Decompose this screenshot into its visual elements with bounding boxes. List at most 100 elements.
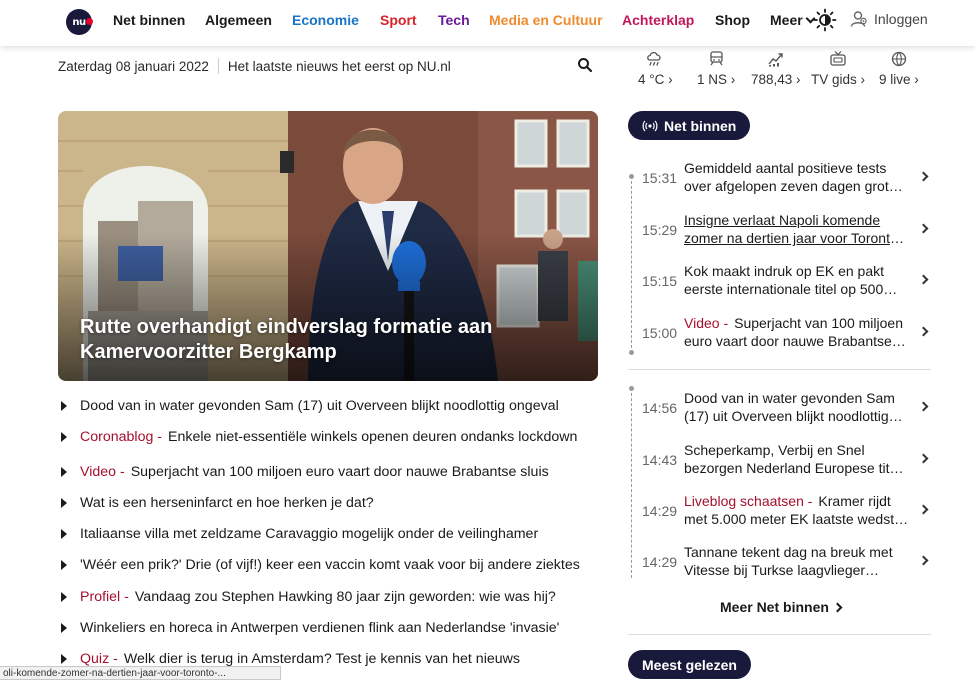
net-binnen-item[interactable]: 15:00 Video - Superjacht van 100 miljoen … — [634, 311, 934, 355]
item-text: Tannane tekent dag na breuk met Vitesse … — [684, 543, 910, 579]
net-binnen-item[interactable]: 14:43 Scheperkamp, Verbij en Snel bezorg… — [634, 438, 934, 482]
tv-gids-widget[interactable]: TV gids — [811, 46, 865, 87]
nav-net-binnen[interactable]: Net binnen — [113, 12, 185, 28]
meer-net-binnen-link[interactable]: Meer Net binnen — [720, 599, 841, 615]
headline-item[interactable]: Coronablog - Enkele niet-essentiële wink… — [58, 425, 598, 449]
headline-text: Welk dier is terug in Amsterdam? Test je… — [123, 651, 520, 667]
headline-item[interactable]: 'Wéér een prik?' Drie (of vijf!) keer ee… — [58, 553, 598, 577]
item-time: 14:43 — [642, 452, 678, 468]
broadcast-icon — [642, 120, 658, 131]
bullet-triangle-icon — [61, 654, 67, 664]
stock-chart-icon — [768, 53, 783, 67]
headline-text: Superjacht van 100 miljoen euro vaart do… — [130, 464, 549, 480]
timeline-line — [631, 176, 633, 353]
nav-economie[interactable]: Economie — [292, 12, 359, 28]
hero-title: Rutte overhandigt eindverslag formatie a… — [80, 316, 493, 363]
nav-algemeen[interactable]: Algemeen — [205, 12, 272, 28]
bullet-triangle-icon — [61, 467, 67, 477]
tv-icon — [830, 51, 846, 66]
headline-tag: Profiel - — [80, 589, 129, 605]
theme-toggle-icon[interactable] — [813, 8, 837, 32]
net-binnen-item[interactable]: 15:15 Kok maakt indruk op EK en pakt eer… — [634, 259, 934, 303]
chevron-right-icon — [918, 223, 929, 234]
tv-gids-value: TV gids — [811, 72, 865, 87]
item-line1: Dood van in water gevonden Sam — [684, 390, 895, 406]
net-binnen-heading[interactable]: Net binnen — [628, 111, 751, 140]
login-button[interactable]: Inloggen — [850, 10, 928, 28]
item-time: 15:29 — [642, 222, 678, 238]
meest-gelezen-heading[interactable]: Meest gelezen — [628, 650, 751, 679]
user-icon — [850, 11, 867, 27]
timeline-line — [631, 388, 633, 578]
ns-widget[interactable]: 1 NS — [697, 46, 735, 87]
logo-dot — [86, 18, 93, 25]
nu-logo[interactable]: nu — [66, 9, 93, 35]
headline-item[interactable]: Profiel - Vandaag zou Stephen Hawking 80… — [58, 585, 598, 609]
headline-item[interactable]: Dood van in water gevonden Sam (17) uit … — [58, 394, 598, 418]
bullet-triangle-icon — [61, 623, 67, 633]
headline-item[interactable]: Italiaanse villa met zeldzame Caravaggio… — [58, 522, 598, 546]
bullet-triangle-icon — [61, 432, 67, 442]
item-line2: bezorgen Nederland Europese titel… — [684, 460, 910, 476]
net-binnen-item[interactable]: 14:29 Liveblog schaatsen - Kramer rijdt m… — [634, 489, 934, 533]
bullet-triangle-icon — [61, 560, 67, 570]
widgets-bar: 4 °C 1 NS 788,43 TV gids 9 live — [626, 46, 936, 92]
net-binnen-item[interactable]: 14:56 Dood van in water gevonden Sam (17… — [634, 386, 934, 430]
nav-meer-label: Meer — [770, 12, 803, 28]
item-tag: Video - — [684, 315, 729, 331]
train-icon — [710, 51, 723, 66]
nav-meer[interactable]: Meer — [770, 12, 816, 28]
headline-tag: Video - — [80, 464, 125, 480]
weather-widget[interactable]: 4 °C — [638, 46, 673, 87]
chevron-right-icon — [918, 504, 929, 515]
headline-tag: Quiz - — [80, 651, 118, 667]
hero-article[interactable]: Rutte overhandigt eindverslag formatie a… — [58, 111, 598, 381]
browser-status-bar: oli-komende-zomer-na-dertien-jaar-voor-t… — [0, 666, 281, 680]
item-line2: euro vaart door nauwe Brabantse… — [684, 333, 906, 349]
current-date: Zaterdag 08 januari 2022 — [58, 58, 209, 74]
item-line2: (17) uit Overveen blijkt noodlottig… — [684, 408, 903, 424]
nav-sport[interactable]: Sport — [380, 12, 417, 28]
headline-text: Dood van in water gevonden Sam (17) uit … — [80, 398, 559, 414]
item-text: Kok maakt indruk op EK en pakt eerste in… — [684, 262, 910, 298]
chevron-right-icon — [918, 326, 929, 337]
item-time: 14:29 — [642, 503, 678, 519]
item-time: 15:00 — [642, 325, 678, 341]
item-line2: over afgelopen zeven dagen groter… — [684, 178, 910, 194]
headline-item[interactable]: Video - Superjacht van 100 miljoen euro … — [58, 460, 598, 484]
item-line1: Kramer rijdt — [818, 493, 891, 509]
headline-item[interactable]: Winkeliers en horeca in Antwerpen verdie… — [58, 616, 598, 640]
item-line2: zomer na dertien jaar voor Toronto… — [684, 230, 910, 246]
section-divider — [628, 634, 931, 635]
live-widget[interactable]: 9 live — [879, 46, 919, 87]
item-text: Video - Superjacht van 100 miljoen euro v… — [684, 314, 910, 350]
date-separator — [217, 58, 219, 74]
item-line1: Gemiddeld aantal positieve tests — [684, 160, 887, 176]
aex-widget[interactable]: 788,43 — [751, 46, 801, 87]
headline-item[interactable]: Wat is een herseninfarct en hoe herken j… — [58, 491, 598, 515]
chevron-right-icon — [918, 555, 929, 566]
nav-tech[interactable]: Tech — [438, 12, 470, 28]
item-text: Gemiddeld aantal positieve tests over af… — [684, 159, 910, 195]
net-binnen-item[interactable]: 15:29 Insigne verlaat Napoli komende zom… — [634, 208, 934, 252]
item-line1: Kok maakt indruk op EK en pakt — [684, 263, 884, 279]
item-tag: Liveblog schaatsen - — [684, 493, 813, 509]
item-text: Dood van in water gevonden Sam (17) uit … — [684, 389, 910, 425]
net-binnen-item[interactable]: 15:31 Gemiddeld aantal positieve tests o… — [634, 156, 934, 200]
tagline: Het laatste nieuws het eerst op NU.nl — [227, 58, 451, 74]
chevron-right-icon — [918, 171, 929, 182]
nav-shop[interactable]: Shop — [715, 12, 750, 28]
headline-text: Italiaanse villa met zeldzame Caravaggio… — [80, 526, 539, 542]
live-icon — [891, 51, 907, 67]
login-label: Inloggen — [874, 11, 928, 27]
nav-achterklap[interactable]: Achterklap — [622, 12, 694, 28]
nav-media-en-cultuur[interactable]: Media en Cultuur — [489, 12, 603, 28]
live-value: 9 live — [879, 72, 919, 87]
net-binnen-item[interactable]: 14:29 Tannane tekent dag na breuk met Vi… — [634, 540, 934, 584]
headline-text: Wat is een herseninfarct en hoe herken j… — [80, 495, 374, 511]
bullet-triangle-icon — [61, 529, 67, 539]
item-line1: Scheperkamp, Verbij en Snel — [684, 442, 865, 458]
item-line1: Tannane tekent dag na breuk met — [684, 544, 893, 560]
weather-value: 4 °C — [638, 72, 673, 87]
search-icon[interactable] — [577, 57, 593, 73]
